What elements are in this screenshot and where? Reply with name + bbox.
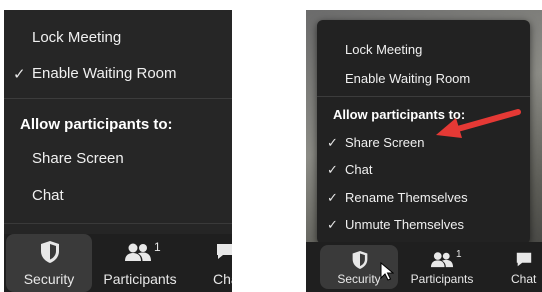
menu-item-label: Lock Meeting xyxy=(345,42,423,57)
menu-divider xyxy=(4,98,232,99)
menu-item-label: Rename Themselves xyxy=(345,190,468,205)
checkmark-icon: ✓ xyxy=(327,162,338,177)
menu-item-label: Lock Meeting xyxy=(32,29,122,46)
chat-button-label: Chat xyxy=(511,272,537,286)
menu-item-label: Share Screen xyxy=(32,150,124,167)
checkmark-icon: ✓ xyxy=(13,66,26,83)
security-button-label: Security xyxy=(23,271,75,287)
participants-button-label: Participants xyxy=(103,271,177,287)
checkmark-icon: ✓ xyxy=(327,135,338,150)
meeting-toolbar-right: Security 1 Participants Chat xyxy=(306,242,542,292)
participants-count: 1 xyxy=(456,249,462,260)
participants-button-label: Participants xyxy=(410,272,474,286)
participants-icon xyxy=(430,252,454,268)
participants-icon xyxy=(125,243,151,261)
menu-item-label: Chat xyxy=(345,162,373,177)
menu-bottom-divider xyxy=(4,223,232,224)
shield-icon xyxy=(352,251,368,269)
participants-button[interactable]: 1 Participants xyxy=(96,234,184,292)
left-screenshot: Lock Meeting ✓ Enable Waiting Room Allow… xyxy=(4,10,232,292)
mouse-pointer-icon xyxy=(380,262,394,281)
menu-divider xyxy=(317,96,530,97)
menu-item-label: Unmute Themselves xyxy=(345,217,464,232)
right-screenshot: Lock Meeting Enable Waiting Room Allow p… xyxy=(306,10,542,292)
red-arrow-annotation xyxy=(436,109,521,138)
chat-button[interactable]: Chat xyxy=(504,242,542,292)
menu-item-label: Enable Waiting Room xyxy=(32,65,177,82)
permissions-heading-label: Allow participants to: xyxy=(20,116,173,133)
menu-item-label: Share Screen xyxy=(345,135,425,150)
checkmark-icon: ✓ xyxy=(327,217,338,232)
menu-item-label: Chat xyxy=(32,187,64,204)
chat-icon xyxy=(516,252,532,267)
participants-count: 1 xyxy=(154,240,161,254)
security-menu-left: Lock Meeting ✓ Enable Waiting Room Allow… xyxy=(4,10,232,230)
checkmark-icon: ✓ xyxy=(327,190,338,205)
security-button[interactable]: Security xyxy=(6,234,92,292)
chat-button-label: Cha xyxy=(213,271,232,287)
menu-item-label: Enable Waiting Room xyxy=(345,71,471,86)
participants-button[interactable]: 1 Participants xyxy=(404,242,480,292)
chat-button[interactable]: Cha xyxy=(194,234,232,292)
chat-icon xyxy=(217,244,232,259)
shield-icon xyxy=(41,241,59,263)
meeting-toolbar-left: Security 1 Participants Cha xyxy=(4,234,232,292)
